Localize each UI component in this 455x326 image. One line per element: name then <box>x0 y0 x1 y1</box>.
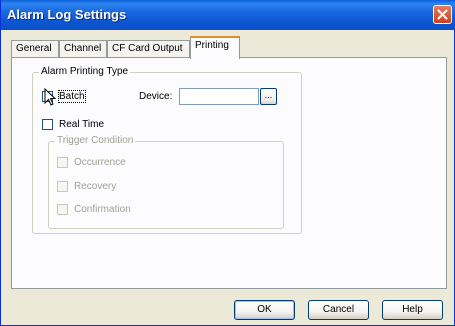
close-icon <box>437 9 448 20</box>
confirmation-label: Confirmation <box>74 203 131 215</box>
alarm-printing-type-title: Alarm Printing Type <box>39 66 131 78</box>
recovery-option: Recovery <box>57 179 116 193</box>
realtime-option[interactable]: Real Time <box>42 117 104 131</box>
device-label: Device: <box>139 91 173 102</box>
tab-printing[interactable]: Printing <box>190 36 240 59</box>
ok-button[interactable]: OK <box>234 300 295 320</box>
window-title: Alarm Log Settings <box>7 7 127 22</box>
device-browse-button[interactable]: ... <box>260 88 277 105</box>
recovery-checkbox <box>57 180 68 192</box>
recovery-label: Recovery <box>74 180 117 192</box>
tab-channel[interactable]: Channel <box>59 40 107 58</box>
alarm-log-settings-dialog: Alarm Log Settings General Channel CF Ca… <box>0 0 455 326</box>
alarm-printing-type-group: Alarm Printing Type Batch Device: ... Re… <box>32 66 302 234</box>
mouse-pointer-icon <box>44 88 56 106</box>
occurrence-option: Occurrence <box>57 155 126 169</box>
trigger-condition-title: Trigger Condition <box>55 135 136 147</box>
occurrence-checkbox <box>57 156 68 168</box>
confirmation-option: Confirmation <box>57 202 131 216</box>
trigger-condition-group: Trigger Condition Occurrence Recovery Co… <box>48 135 284 229</box>
cancel-button[interactable]: Cancel <box>308 300 369 320</box>
confirmation-checkbox <box>57 203 68 215</box>
occurrence-label: Occurrence <box>74 156 126 168</box>
title-bar[interactable]: Alarm Log Settings <box>1 0 455 30</box>
close-button[interactable] <box>433 5 452 24</box>
help-button[interactable]: Help <box>382 300 443 320</box>
printing-tab-panel: Alarm Printing Type Batch Device: ... Re… <box>11 57 447 289</box>
realtime-label[interactable]: Real Time <box>59 119 104 130</box>
device-input[interactable] <box>179 88 259 105</box>
tab-cf-card-output[interactable]: CF Card Output <box>107 40 190 58</box>
tab-general[interactable]: General <box>11 40 59 58</box>
batch-label[interactable]: Batch <box>58 89 86 103</box>
realtime-checkbox[interactable] <box>42 118 53 130</box>
